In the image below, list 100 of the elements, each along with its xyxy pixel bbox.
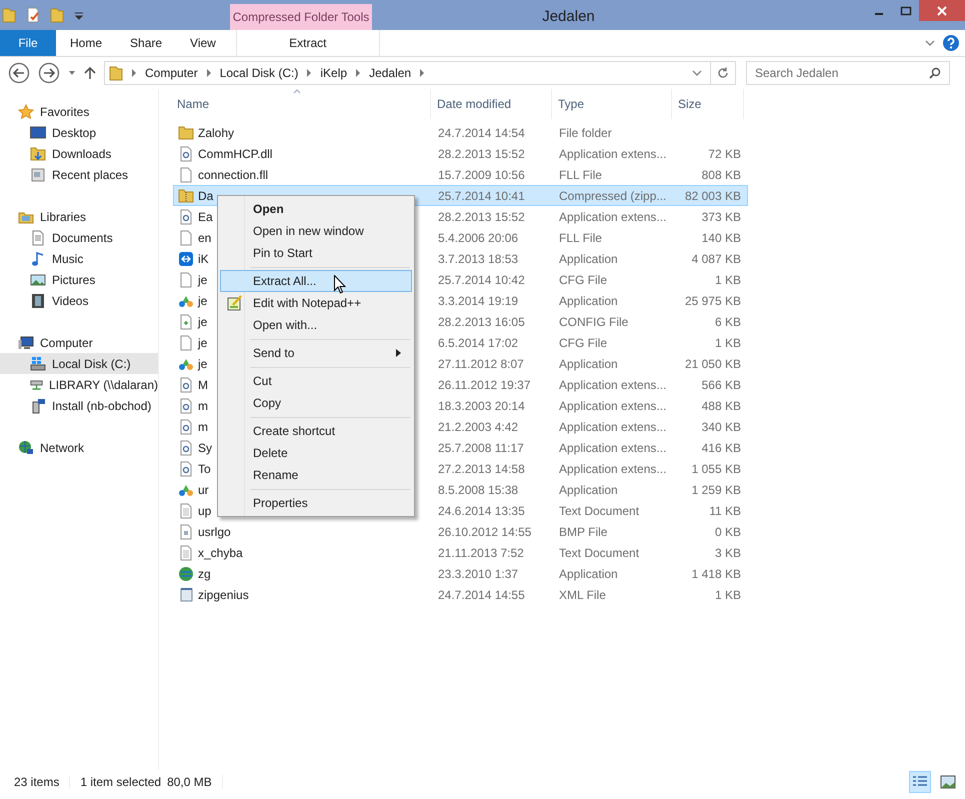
sidebar-item[interactable]: Desktop	[0, 122, 158, 143]
column-header[interactable]: Date modified	[431, 89, 552, 119]
breadcrumb[interactable]: iKelp	[320, 66, 348, 80]
file-name[interactable]: m	[198, 420, 208, 434]
sidebar-group[interactable]: Network	[0, 437, 158, 458]
breadcrumb[interactable]: Computer	[145, 66, 198, 80]
file-name[interactable]: je	[198, 314, 208, 328]
chevron-icon[interactable]	[925, 39, 935, 47]
table-cell-text: XML File	[558, 588, 607, 602]
table-cell-text: Application extens...	[558, 146, 668, 160]
table-cell: 0 KB	[714, 524, 741, 538]
table-cell-text: 8.5.2008 15:38	[437, 482, 520, 496]
menu-item[interactable]: Open in new window	[220, 220, 412, 242]
sidebar-group[interactable]: Favorites	[0, 101, 158, 122]
drive-icon	[30, 356, 46, 372]
details-view-button[interactable]	[909, 770, 931, 792]
star-icon	[18, 104, 34, 120]
sidebar-group[interactable]: Libraries	[0, 206, 158, 227]
file-name[interactable]: Da	[198, 188, 214, 202]
ribbon-tab[interactable]: Extract	[236, 30, 380, 56]
sidebar-group[interactable]: Computer	[0, 332, 158, 353]
file-name[interactable]: je	[198, 272, 208, 286]
file-name[interactable]: ur	[198, 482, 209, 496]
image-file-icon	[178, 524, 194, 540]
column-header[interactable]: Name	[171, 89, 431, 119]
table-cell-text: Application	[558, 252, 619, 266]
file-name[interactable]: To	[198, 462, 211, 476]
table-cell-text: Application extens...	[558, 462, 668, 476]
menu-item[interactable]: Extract All...	[220, 270, 412, 292]
search-icon[interactable]	[929, 67, 941, 79]
sidebar-item[interactable]: Documents	[0, 227, 158, 248]
ribbon-tab[interactable]: View	[176, 30, 230, 56]
table-cell: 488 KB	[702, 398, 741, 412]
sidebar-item[interactable]: Downloads	[0, 143, 158, 164]
file-name[interactable]: zipgenius	[198, 588, 249, 602]
forward-icon[interactable]	[38, 62, 60, 84]
column-header[interactable]: Size	[672, 89, 744, 119]
menu-item[interactable]: Edit with Notepad++	[220, 292, 412, 314]
breadcrumb-arrow-icon[interactable]	[306, 69, 312, 77]
sidebar-item[interactable]: Videos	[0, 290, 158, 311]
menu-item[interactable]: Properties	[220, 492, 412, 514]
search-field[interactable]: Search Jedalen	[746, 61, 950, 85]
table-cell-text: Application extens...	[558, 378, 668, 392]
menu-item[interactable]: Pin to Start	[220, 242, 412, 264]
table-cell-text: 3.7.2013 18:53	[437, 252, 520, 266]
item-count: 23 items	[14, 774, 60, 788]
menu-item[interactable]: Copy	[220, 392, 412, 414]
sidebar-item[interactable]: Local Disk (C:)	[0, 353, 158, 374]
ribbon-tab[interactable]: Share	[116, 30, 176, 56]
file-name[interactable]: zg	[198, 566, 211, 580]
table-cell-text: Application	[558, 356, 619, 370]
document-icon	[30, 230, 46, 246]
file-name[interactable]: en	[198, 230, 212, 244]
table-cell-text: 26.10.2012 14:55	[437, 524, 532, 538]
file-name[interactable]: iK	[198, 252, 209, 266]
file-name[interactable]: je	[198, 294, 208, 308]
menu-item[interactable]: Open with...	[220, 314, 412, 336]
ribbon-tab[interactable]: File	[0, 30, 56, 56]
dropdown-icon[interactable]	[692, 69, 702, 77]
file-name[interactable]: usrlgo	[198, 524, 231, 538]
dropdown-icon[interactable]	[68, 70, 76, 76]
ribbon-tab[interactable]: Home	[56, 30, 116, 56]
sidebar-item[interactable]: Install (nb-obchod)	[0, 395, 158, 416]
file-name[interactable]: m	[198, 398, 208, 412]
file-name[interactable]: M	[198, 378, 208, 392]
sidebar-item[interactable]: Music	[0, 248, 158, 269]
properties-icon[interactable]	[26, 7, 40, 23]
table-cell-text: 18.3.2003 20:14	[437, 398, 526, 412]
breadcrumb-arrow-icon[interactable]	[206, 69, 212, 77]
breadcrumb[interactable]: Local Disk (C:)	[220, 66, 298, 80]
column-header[interactable]: Type	[552, 89, 672, 119]
file-name[interactable]: x_chyba	[198, 546, 243, 560]
file-name[interactable]: Sy	[198, 440, 212, 454]
help-icon[interactable]	[943, 35, 959, 51]
menu-item[interactable]: Create shortcut	[220, 420, 412, 442]
menu-item[interactable]: Delete	[220, 442, 412, 464]
back-icon[interactable]	[8, 62, 30, 84]
sidebar-item[interactable]: Pictures	[0, 269, 158, 290]
address-bar[interactable]: Computer Local Disk (C:) iKelp Jedalen	[104, 61, 736, 85]
file-name[interactable]: CommHCP.dll	[198, 146, 272, 160]
sidebar-item[interactable]: Recent places	[0, 164, 158, 185]
table-cell: 1 055 KB	[692, 462, 741, 476]
breadcrumb[interactable]: Jedalen	[369, 66, 412, 80]
menu-item[interactable]: Rename	[220, 464, 412, 486]
file-name[interactable]: je	[198, 356, 208, 370]
menu-item[interactable]: Send to	[220, 342, 412, 364]
breadcrumb-arrow-icon[interactable]	[419, 69, 426, 77]
file-name[interactable]: up	[198, 504, 212, 518]
menu-item[interactable]: Cut	[220, 370, 412, 392]
cursor-icon	[334, 275, 346, 294]
breadcrumb-arrow-icon[interactable]	[355, 69, 362, 77]
file-name[interactable]: Zalohy	[198, 126, 234, 140]
file-name[interactable]: je	[198, 336, 208, 350]
file-name[interactable]: Ea	[198, 210, 213, 224]
file-name[interactable]: connection.fll	[198, 168, 268, 182]
sidebar-item[interactable]: LIBRARY (\\dalaran)	[0, 374, 158, 395]
up-arrow-icon[interactable]	[84, 66, 96, 80]
breadcrumb-arrow-icon[interactable]	[131, 69, 137, 77]
close-button[interactable]	[919, 0, 965, 21]
maximize-icon	[900, 6, 912, 16]
